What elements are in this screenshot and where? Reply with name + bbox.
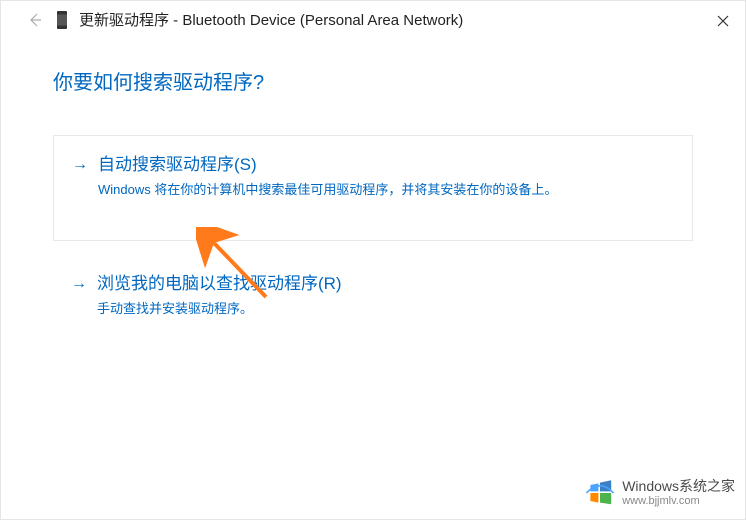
windows-logo-icon <box>584 477 616 509</box>
close-icon <box>717 15 729 27</box>
watermark: Windows系统之家 www.bjjmlv.com <box>584 477 735 509</box>
arrow-right-icon: → <box>71 271 87 297</box>
close-button[interactable] <box>715 13 731 29</box>
option-auto-search[interactable]: → 自动搜索驱动程序(S) Windows 将在你的计算机中搜索最佳可用驱动程序… <box>53 135 693 241</box>
page-title: 更新驱动程序 - Bluetooth Device (Personal Area… <box>79 9 463 30</box>
watermark-url: www.bjjmlv.com <box>622 495 735 507</box>
back-button[interactable] <box>25 10 45 30</box>
option-browse-computer[interactable]: → 浏览我的电脑以查找驱动程序(R) 手动查找并安装驱动程序。 <box>53 267 693 329</box>
question-heading: 你要如何搜索驱动程序? <box>53 66 693 95</box>
content-area: 你要如何搜索驱动程序? → 自动搜索驱动程序(S) Windows 将在你的计算… <box>1 30 745 329</box>
arrow-right-icon: → <box>72 152 88 178</box>
watermark-title: Windows系统之家 <box>622 479 735 494</box>
device-icon <box>57 11 67 29</box>
option-auto-desc: Windows 将在你的计算机中搜索最佳可用驱动程序，并将其安装在你的设备上。 <box>98 180 674 200</box>
option-browse-title: 浏览我的电脑以查找驱动程序(R) <box>97 271 675 297</box>
back-arrow-icon <box>26 11 44 29</box>
option-auto-title: 自动搜索驱动程序(S) <box>98 152 674 178</box>
header-row: 更新驱动程序 - Bluetooth Device (Personal Area… <box>1 1 745 30</box>
option-browse-desc: 手动查找并安装驱动程序。 <box>97 299 675 319</box>
